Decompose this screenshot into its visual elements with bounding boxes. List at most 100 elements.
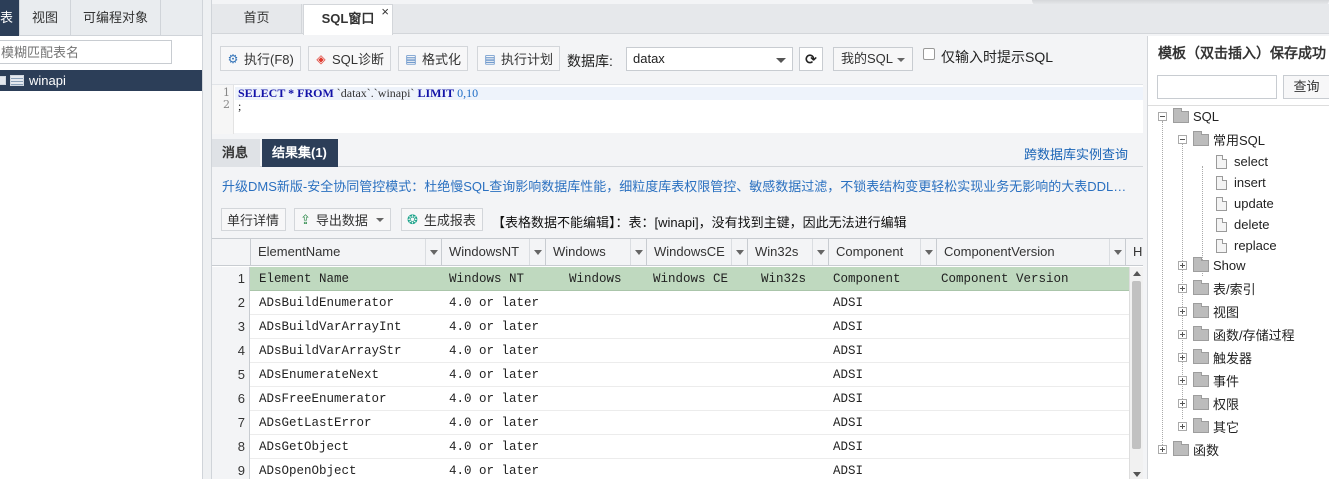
cross-db-query-link[interactable]: 跨数据库实例查询 — [1024, 144, 1128, 163]
expand-icon[interactable] — [1178, 307, 1187, 316]
tree-node-template-update[interactable]: update — [1216, 193, 1274, 214]
tree-node-template-replace[interactable]: replace — [1216, 235, 1277, 256]
tree-item-winapi[interactable]: winapi — [0, 70, 202, 91]
expand-icon[interactable] — [1178, 353, 1187, 362]
table-cell[interactable]: Windows — [569, 267, 622, 291]
tree-node-template-select[interactable]: select — [1216, 151, 1268, 172]
column-header[interactable]: Component — [829, 239, 937, 266]
sql-diagnose-button[interactable]: ◈ SQL诊断 — [308, 46, 392, 71]
scroll-up-icon[interactable] — [1133, 271, 1141, 276]
tree-node-common-sql[interactable]: 常用SQL — [1178, 129, 1265, 150]
row-number[interactable]: 8 — [212, 435, 250, 459]
close-icon[interactable]: × — [381, 0, 389, 26]
table-cell[interactable]: ADsBuildVarArrayInt — [259, 315, 402, 339]
tree-node-group[interactable]: 函数/存储过程 — [1178, 324, 1295, 345]
table-cell[interactable]: Windows CE — [653, 267, 728, 291]
table-cell[interactable]: ADSI — [833, 435, 863, 459]
refresh-icon[interactable]: ⟳ — [799, 47, 823, 71]
my-sql-dropdown[interactable]: 我的SQL — [833, 47, 913, 71]
tree-node-group[interactable]: 表/索引 — [1178, 278, 1256, 299]
export-data-button[interactable]: ⇪ 导出数据 — [294, 208, 391, 231]
expand-icon[interactable] — [1178, 399, 1187, 408]
row-detail-button[interactable]: 单行详情 — [221, 208, 287, 231]
tab-programmable-objects[interactable]: 可编程对象 — [71, 0, 162, 36]
scrollbar-thumb[interactable] — [1132, 281, 1141, 449]
row-number[interactable]: 9 — [212, 459, 250, 479]
tree-node-group[interactable]: 事件 — [1178, 370, 1239, 391]
format-button[interactable]: ▤ 格式化 — [398, 46, 469, 71]
table-cell[interactable]: ADSI — [833, 411, 863, 435]
tree-node-group[interactable]: 触发器 — [1178, 347, 1252, 368]
template-search-input[interactable] — [1157, 75, 1277, 99]
table-row[interactable]: 5 ADsEnumerateNext 4.0 or later ADSI — [212, 363, 1129, 387]
hint-only-on-input-checkbox[interactable]: 仅输入时提示SQL — [923, 47, 1053, 67]
table-row[interactable]: 3 ADsBuildVarArrayInt 4.0 or later ADSI — [212, 315, 1129, 339]
table-cell[interactable]: ADsGetObject — [259, 435, 349, 459]
execute-button[interactable]: ⚙ 执行(F8) — [220, 46, 301, 71]
table-cell[interactable]: 4.0 or later — [449, 315, 539, 339]
row-number[interactable]: 5 — [212, 363, 250, 387]
expand-icon[interactable] — [0, 76, 6, 85]
column-header[interactable]: Windows — [546, 239, 647, 266]
table-row[interactable]: 4 ADsBuildVarArrayStr 4.0 or later ADSI — [212, 339, 1129, 363]
table-cell[interactable]: ADSI — [833, 363, 863, 387]
table-row[interactable]: 6 ADsFreeEnumerator 4.0 or later ADSI — [212, 387, 1129, 411]
table-cell[interactable]: ADsOpenObject — [259, 459, 357, 479]
column-header[interactable]: WindowsCE — [647, 239, 748, 266]
table-cell[interactable]: 4.0 or later — [449, 363, 539, 387]
table-cell[interactable]: Element Name — [259, 267, 349, 291]
tab-messages[interactable]: 消息 — [212, 139, 260, 167]
table-cell[interactable]: ADsGetLastError — [259, 411, 372, 435]
tree-node-group[interactable]: 权限 — [1178, 393, 1239, 414]
table-row[interactable]: 2 ADsBuildEnumerator 4.0 or later ADSI — [212, 291, 1129, 315]
table-cell[interactable]: Windows NT — [449, 267, 524, 291]
tab-home[interactable]: 首页 — [212, 4, 302, 34]
table-cell[interactable]: 4.0 or later — [449, 411, 539, 435]
execution-plan-button[interactable]: ▤ 执行计划 — [477, 46, 561, 71]
table-cell[interactable]: ADsEnumerateNext — [259, 363, 379, 387]
table-row[interactable]: 8 ADsGetObject 4.0 or later ADSI — [212, 435, 1129, 459]
panel-splitter[interactable] — [203, 0, 212, 479]
expand-icon[interactable] — [1158, 445, 1167, 454]
tree-node-template-delete[interactable]: delete — [1216, 214, 1269, 235]
table-cell[interactable]: ADSI — [833, 459, 863, 479]
column-menu-icon[interactable] — [630, 239, 646, 265]
table-row[interactable]: 1 Element Name Windows NT Windows Windows CE… — [212, 267, 1129, 291]
table-cell[interactable]: 4.0 or later — [449, 339, 539, 363]
table-cell[interactable]: 4.0 or later — [449, 387, 539, 411]
expand-icon[interactable] — [1178, 261, 1187, 270]
column-header[interactable]: ElementName — [251, 239, 442, 266]
column-header[interactable]: Win32s — [748, 239, 829, 266]
table-search-input[interactable] — [0, 41, 171, 63]
row-number[interactable]: 7 — [212, 411, 250, 435]
vertical-scrollbar[interactable] — [1129, 267, 1143, 479]
table-cell[interactable]: ADSI — [833, 291, 863, 315]
column-menu-icon[interactable] — [731, 239, 747, 265]
column-menu-icon[interactable] — [812, 239, 828, 265]
table-cell[interactable]: ADSI — [833, 387, 863, 411]
row-number[interactable]: 1 — [212, 267, 250, 291]
table-cell[interactable]: Component — [833, 267, 901, 291]
table-cell[interactable]: 4.0 or later — [449, 291, 539, 315]
column-header[interactable]: H — [1126, 239, 1143, 266]
sql-editor[interactable]: 1 2 SELECT * FROM `datax`.`winapi` LIMIT… — [212, 84, 1143, 134]
table-cell[interactable]: ADsFreeEnumerator — [259, 387, 387, 411]
expand-icon[interactable] — [1178, 330, 1187, 339]
column-header[interactable]: ComponentVersion — [937, 239, 1126, 266]
tree-node-template-insert[interactable]: insert — [1216, 172, 1266, 193]
tab-result-set[interactable]: 结果集(1) — [262, 139, 338, 167]
column-menu-icon[interactable] — [1109, 239, 1125, 265]
table-cell[interactable]: ADSI — [833, 339, 863, 363]
table-cell[interactable]: ADsBuildEnumerator — [259, 291, 394, 315]
tab-sql-window[interactable]: SQL窗口 × — [303, 4, 393, 35]
template-search-button[interactable]: 查询 — [1283, 75, 1329, 99]
column-menu-icon[interactable] — [529, 239, 545, 265]
expand-icon[interactable] — [1178, 284, 1187, 293]
table-cell[interactable]: 4.0 or later — [449, 435, 539, 459]
table-row[interactable]: 9 ADsOpenObject 4.0 or later ADSI — [212, 459, 1129, 479]
row-number[interactable]: 2 — [212, 291, 250, 315]
tree-node-group[interactable]: 视图 — [1178, 301, 1239, 322]
generate-report-button[interactable]: ❂ 生成报表 — [401, 208, 483, 231]
tab-tables[interactable]: 表 — [0, 0, 21, 36]
sql-code[interactable]: SELECT * FROM `datax`.`winapi` LIMIT 0,1… — [238, 87, 478, 113]
